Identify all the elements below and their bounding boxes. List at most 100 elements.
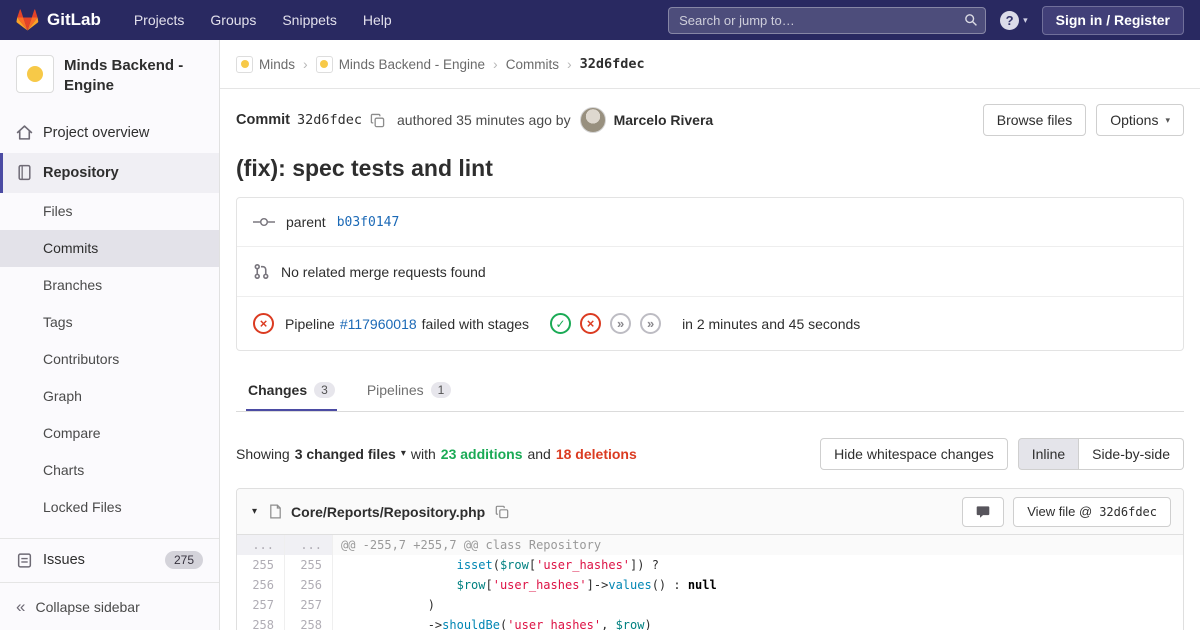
old-line-number[interactable]: 255 (237, 555, 285, 575)
project-avatar (16, 55, 54, 93)
commit-icon (253, 215, 275, 229)
menu-groups[interactable]: Groups (199, 6, 267, 34)
file-icon (268, 504, 283, 519)
options-dropdown-button[interactable]: Options▾ (1096, 104, 1184, 136)
sidebar-item-charts[interactable]: Charts (0, 452, 219, 489)
tanuki-icon (16, 9, 39, 31)
hide-whitespace-button[interactable]: Hide whitespace changes (820, 438, 1008, 470)
copy-sha-button[interactable] (368, 111, 387, 130)
and-label: and (527, 446, 550, 462)
help-menu[interactable]: ? ▾ (1000, 11, 1028, 30)
chevron-down-icon: ▾ (1023, 16, 1028, 25)
changed-files-dropdown[interactable]: 3 changed files ▾ (295, 446, 406, 462)
project-name: Minds Backend - Engine (64, 55, 203, 97)
code-line: @@ -255,7 +255,7 @@ class Repository (333, 535, 1183, 555)
main-menu: Projects Groups Snippets Help (123, 6, 403, 34)
old-line-number[interactable]: 258 (237, 615, 285, 630)
menu-projects[interactable]: Projects (123, 6, 196, 34)
issues-icon (16, 552, 33, 569)
parent-sha-link[interactable]: b03f0147 (337, 215, 400, 230)
authored-text: authored 35 minutes ago by (397, 112, 571, 128)
sidebar-item-label: Repository (43, 165, 119, 181)
new-line-number[interactable]: 257 (285, 595, 333, 615)
tab-pipelines[interactable]: Pipelines 1 (365, 371, 454, 411)
pipeline-mini-graph: ✓ × » » (550, 313, 661, 334)
sidebar-item-label: Issues (43, 552, 85, 568)
menu-snippets[interactable]: Snippets (271, 6, 347, 34)
diff-row: 257257 ) (237, 595, 1183, 615)
gitlab-logo[interactable]: GitLab (16, 9, 101, 31)
stage-skipped-icon[interactable]: » (640, 313, 661, 334)
top-navbar: GitLab Projects Groups Snippets Help ? ▾… (0, 0, 1200, 40)
main-content: Minds › Minds Backend - Engine › Commits… (220, 40, 1200, 630)
tab-changes[interactable]: Changes 3 (246, 371, 337, 411)
code-line: ->shouldBe('user_hashes', $row) (333, 615, 1183, 630)
sidebar-item-tags[interactable]: Tags (0, 304, 219, 341)
sidebar-item-issues[interactable]: Issues 275 (0, 538, 219, 582)
merge-request-icon (253, 263, 270, 280)
search-box (668, 7, 986, 34)
author-avatar[interactable] (580, 107, 606, 133)
author-name[interactable]: Marcelo Rivera (614, 112, 714, 128)
breadcrumb-commits[interactable]: Commits (506, 57, 559, 72)
stage-skipped-icon[interactable]: » (610, 313, 631, 334)
stage-success-icon[interactable]: ✓ (550, 313, 571, 334)
new-line-number[interactable]: 258 (285, 615, 333, 630)
new-line-number[interactable]: 256 (285, 575, 333, 595)
copy-file-path-button[interactable] (493, 503, 511, 521)
breadcrumb-project[interactable]: Minds Backend - Engine (316, 56, 485, 73)
old-line-number[interactable]: 256 (237, 575, 285, 595)
sidebar-item-compare[interactable]: Compare (0, 415, 219, 452)
sidebar-item-graph[interactable]: Graph (0, 378, 219, 415)
commit-title: (fix): spec tests and lint (236, 155, 1184, 182)
old-line-number[interactable]: 257 (237, 595, 285, 615)
help-icon: ? (1000, 11, 1019, 30)
collapse-sidebar-button[interactable]: « Collapse sidebar (0, 582, 219, 630)
collapse-diff-icon[interactable]: ▾ (249, 503, 260, 520)
browse-files-button[interactable]: Browse files (983, 104, 1086, 136)
breadcrumb-group[interactable]: Minds (236, 56, 295, 73)
search-icon[interactable] (964, 13, 978, 30)
diff-summary: Showing 3 changed files ▾ with 23 additi… (236, 438, 1184, 470)
project-home-link[interactable]: Minds Backend - Engine (0, 40, 219, 107)
sidebar-item-contributors[interactable]: Contributors (0, 341, 219, 378)
diff-file-header: ▾ Core/Reports/Repository.php (237, 489, 1183, 535)
breadcrumb-current-sha: 32d6fdec (580, 56, 645, 72)
commit-label: Commit (236, 112, 290, 128)
commit-actions: Browse files Options▾ (983, 104, 1184, 136)
pipeline-row: × Pipeline #117960018 failed with stages… (237, 297, 1183, 350)
new-line-number[interactable]: ... (285, 535, 333, 555)
old-line-number[interactable]: ... (237, 535, 285, 555)
pipelines-count-badge: 1 (431, 382, 452, 398)
pipeline-id-link[interactable]: #117960018 (340, 316, 417, 332)
diff-row: 258258 ->shouldBe('user_hashes', $row) (237, 615, 1183, 630)
file-path-link[interactable]: Core/Reports/Repository.php (291, 504, 485, 520)
minds-group-icon (236, 56, 253, 73)
sidebar-item-project-overview[interactable]: Project overview (0, 113, 219, 153)
parent-label: parent (286, 214, 326, 230)
repo-subitems: FilesCommitsBranchesTagsContributorsGrap… (0, 193, 219, 526)
collapse-icon: « (16, 597, 25, 617)
sidebar-item-locked-files[interactable]: Locked Files (0, 489, 219, 526)
sidebar-item-commits[interactable]: Commits (0, 230, 219, 267)
view-file-sha: 32d6fdec (1099, 505, 1157, 519)
breadcrumb-separator: › (303, 56, 308, 72)
toggle-comments-button[interactable] (962, 497, 1004, 527)
commit-tabs: Changes 3 Pipelines 1 (236, 371, 1184, 412)
inline-view-button[interactable]: Inline (1018, 438, 1079, 470)
menu-help[interactable]: Help (352, 6, 403, 34)
navbar-right: ? ▾ Sign in / Register (668, 6, 1184, 35)
brand-name: GitLab (47, 10, 101, 30)
sidebar-nav: Project overview Repository FilesCommits… (0, 113, 219, 582)
view-file-button[interactable]: View file @ 32d6fdec (1013, 497, 1171, 527)
side-by-side-view-button[interactable]: Side-by-side (1079, 438, 1184, 470)
sidebar-item-branches[interactable]: Branches (0, 267, 219, 304)
search-input[interactable] (668, 7, 986, 34)
additions-count: 23 additions (441, 446, 523, 462)
new-line-number[interactable]: 255 (285, 555, 333, 575)
sidebar-item-repository[interactable]: Repository (0, 153, 219, 193)
diff-row: 255255 isset($row['user_hashes']) ? (237, 555, 1183, 575)
stage-failed-icon[interactable]: × (580, 313, 601, 334)
sidebar-item-files[interactable]: Files (0, 193, 219, 230)
sign-in-button[interactable]: Sign in / Register (1042, 6, 1184, 35)
